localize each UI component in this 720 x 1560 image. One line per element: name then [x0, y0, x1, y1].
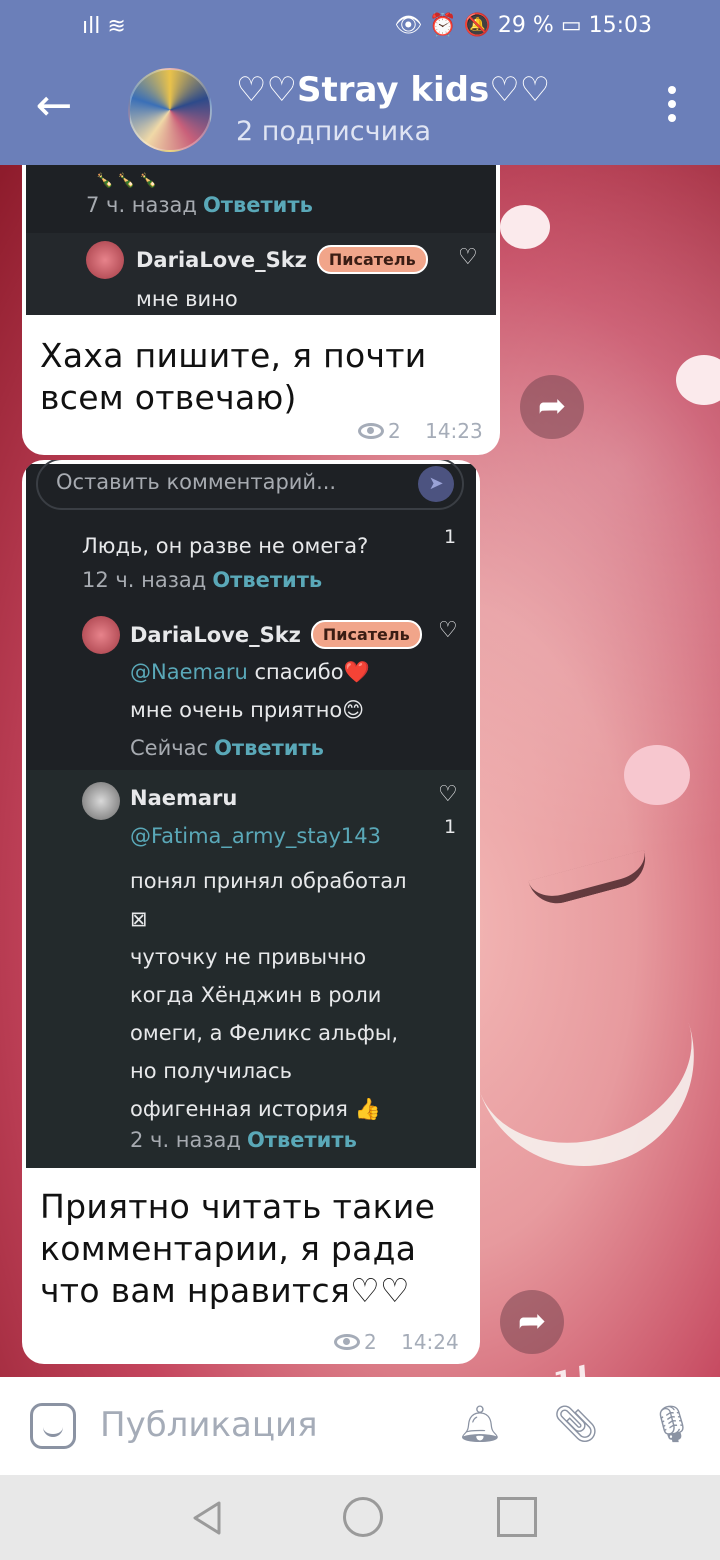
message-meta: 2 14:24 — [334, 1330, 459, 1354]
heart-icon: ♡ — [438, 618, 458, 643]
comment-reply-link: Ответить — [202, 193, 313, 217]
wallpaper-photo-smile — [457, 955, 720, 1195]
mention: @Naemaru — [130, 660, 248, 684]
signal-wifi-indicators: ıll ≋ — [82, 14, 126, 39]
comment-meta: 12 ч. назад Ответить — [82, 568, 322, 592]
wallpaper-photo-caption: u Lix~e — [545, 1304, 720, 1378]
comment-text: Людь, он разве не омега? — [82, 534, 369, 558]
comment-line: когда Хёнджин в роли — [130, 983, 382, 1007]
comment-author-row: DariaLove_Skz Писатель — [136, 245, 428, 274]
sticker-icon[interactable] — [30, 1403, 76, 1449]
publication-input[interactable]: Публикация — [100, 1405, 318, 1445]
message-composer: Публикация 🔔︎ 📎︎ 🎙︎ — [0, 1377, 720, 1475]
comment-line: спасибо❤️ — [247, 660, 370, 684]
message-text: Приятно читать такие комментарии, я рада… — [40, 1187, 436, 1310]
comment-text: мне вино — [136, 287, 238, 311]
user-avatar — [82, 782, 120, 820]
mention: @Fatima_army_stay143 — [130, 824, 381, 848]
comment-time: 7 ч. назад — [86, 193, 197, 217]
sticker-decoration — [624, 745, 690, 805]
back-arrow-icon[interactable]: ← — [26, 78, 82, 134]
comment-input-placeholder: Оставить комментарий... — [56, 470, 337, 494]
comment-body: понял принял обработал ⊠ чуточку не прив… — [130, 862, 407, 1128]
emoji-row: 🍾 🍾 🍾 — [96, 173, 158, 189]
subscriber-count: 2 подписчика — [236, 116, 431, 147]
nav-home-icon[interactable] — [343, 1497, 383, 1537]
channel-header: ← ♡♡Stray kids♡♡ 2 подписчика — [0, 54, 720, 165]
message-bubble[interactable]: Оставить комментарий... ➤ Людь, он разве… — [22, 460, 480, 1364]
heart-icon: ♡ — [438, 782, 458, 807]
comment-input-field: Оставить комментарий... ➤ — [36, 460, 464, 510]
sticker-decoration — [500, 205, 550, 249]
comment-line: мне очень приятно😊 — [130, 698, 365, 722]
message-time: 14:24 — [401, 1330, 459, 1354]
heart-icon: ♡ — [458, 245, 478, 270]
comment-author: DariaLove_Skz — [136, 248, 307, 272]
comment-author-row: DariaLove_Skz Писатель — [130, 620, 422, 649]
share-arrow-icon[interactable]: ➦ — [500, 1290, 564, 1354]
message-meta: 2 14:23 — [358, 419, 483, 443]
comment-line: но получилась — [130, 1059, 292, 1083]
user-avatar — [86, 241, 124, 279]
message-time: 14:23 — [425, 419, 483, 443]
comment-line: понял принял обработал — [130, 869, 407, 893]
comment-line: ⊠ — [130, 907, 148, 931]
comment-meta: Сейчас Ответить — [130, 736, 324, 760]
channel-avatar[interactable] — [128, 68, 212, 152]
author-badge: Писатель — [316, 245, 428, 274]
comment-reply-link: Ответить — [212, 568, 323, 592]
wallpaper-photo-eye — [528, 849, 652, 911]
views-count: 2 — [364, 1330, 377, 1354]
share-arrow-icon[interactable]: ➦ — [520, 375, 584, 439]
views-icon — [358, 423, 384, 439]
message-text: Хаха пишите, я почти всем отвечаю) — [40, 336, 427, 417]
views-icon — [334, 1334, 360, 1350]
send-icon: ➤ — [418, 466, 454, 502]
user-avatar — [82, 616, 120, 654]
status-indicators: 👁 ⏰ 🔕 29 % ▭ 15:03 — [394, 13, 652, 38]
sticker-decoration — [676, 355, 720, 405]
microphone-icon[interactable]: 🎙︎ — [646, 1399, 698, 1451]
nav-back-icon[interactable] — [192, 1501, 222, 1535]
comment-meta: 2 ч. назад Ответить — [130, 1128, 357, 1152]
system-navigation-bar — [0, 1475, 720, 1560]
comment-screenshot-image: Оставить комментарий... ➤ Людь, он разве… — [26, 460, 476, 1168]
comment-time: 2 ч. назад — [130, 1128, 241, 1152]
comment-meta: 7 ч. назад Ответить — [86, 193, 313, 217]
like-count: 1 — [444, 816, 457, 838]
comment-line: офигенная история 👍 — [130, 1097, 381, 1121]
comment-reply-link: Ответить — [246, 1128, 357, 1152]
comment-reply-link: Ответить — [214, 736, 324, 760]
channel-title[interactable]: ♡♡Stray kids♡♡ — [236, 70, 550, 110]
author-badge: Писатель — [310, 620, 422, 649]
comment-text: @Naemaru спасибо❤️ — [130, 660, 370, 685]
more-menu-icon[interactable] — [652, 80, 692, 140]
comment-line: омеги, а Феликс альфы, — [130, 1021, 399, 1045]
comment-time: 12 ч. назад — [82, 568, 207, 592]
bell-icon[interactable]: 🔔︎ — [454, 1399, 506, 1451]
like-count: 1 — [444, 526, 457, 548]
message-bubble[interactable]: 🍾 🍾 🍾 7 ч. назад Ответить DariaLove_Skz Пи… — [22, 165, 500, 455]
comment-line: чуточку не привычно — [130, 945, 367, 969]
comment-author: Naemaru — [130, 786, 238, 810]
comment-time: Сейчас — [130, 736, 209, 760]
paperclip-icon[interactable]: 📎︎ — [550, 1399, 602, 1451]
status-bar: ıll ≋ 👁 ⏰ 🔕 29 % ▭ 15:03 — [0, 0, 720, 54]
views-count: 2 — [388, 419, 401, 443]
nav-recents-icon[interactable] — [497, 1497, 537, 1537]
comment-author: DariaLove_Skz — [130, 623, 301, 647]
comment-screenshot-image: 🍾 🍾 🍾 7 ч. назад Ответить DariaLove_Skz Пи… — [26, 165, 496, 315]
